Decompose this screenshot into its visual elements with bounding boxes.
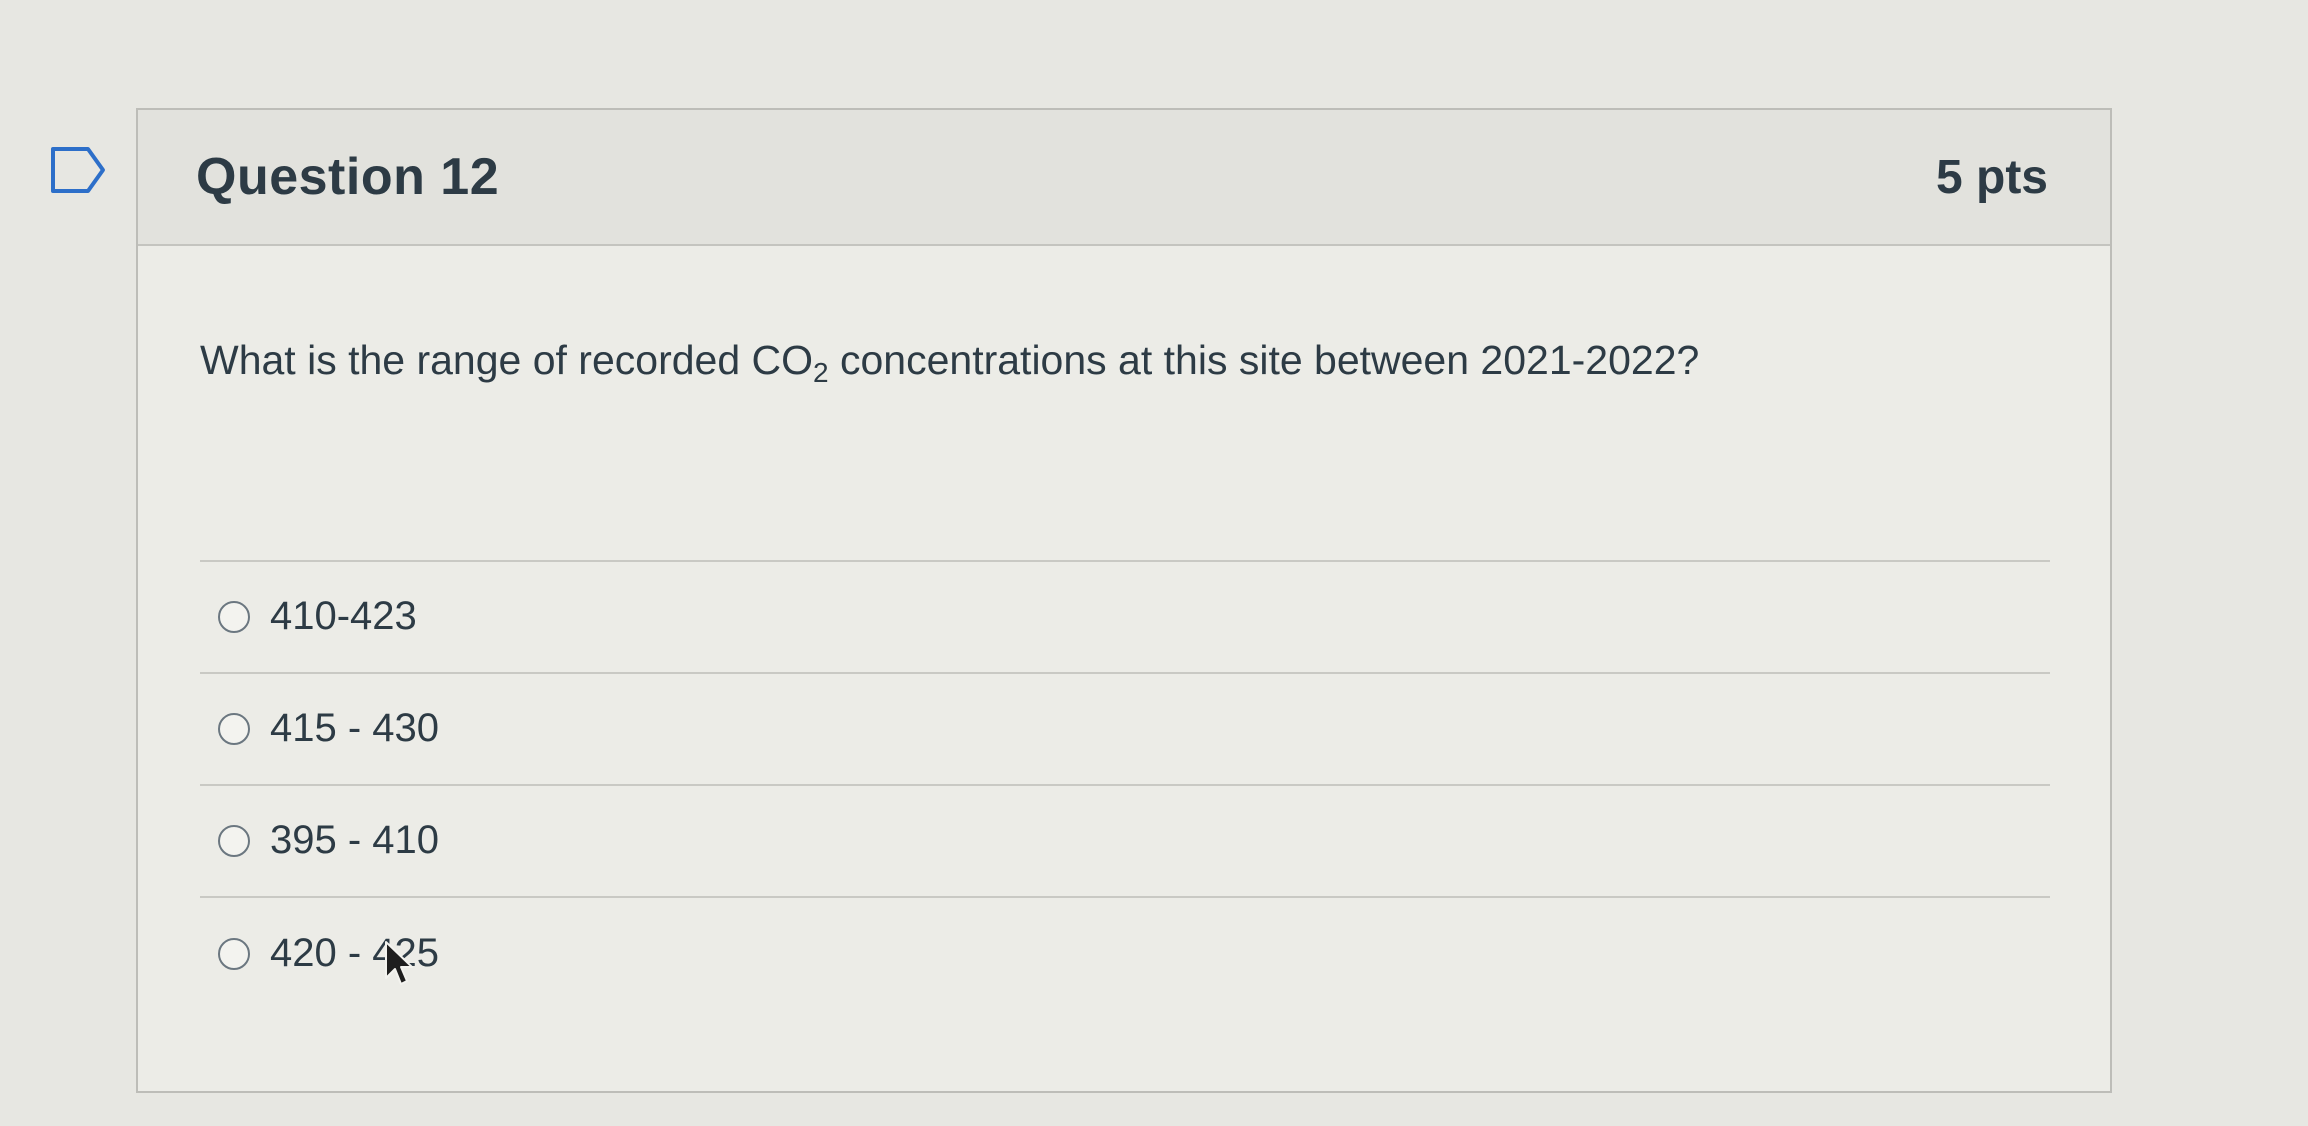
- question-title: Question 12: [196, 148, 500, 206]
- question-points: 5 pts: [1935, 150, 2048, 204]
- bookmark-flag-icon[interactable]: [50, 146, 106, 194]
- question-card: Question 12 5 pts What is the range of r…: [136, 108, 2112, 1093]
- radio-button[interactable]: [218, 937, 250, 970]
- answer-option-2[interactable]: 415 - 430: [200, 674, 2050, 786]
- radio-button[interactable]: [218, 600, 250, 633]
- question-text-suffix: concentrations at this site between 2021…: [828, 337, 1700, 383]
- answer-option-3[interactable]: 395 - 410: [200, 786, 2050, 898]
- question-header: Question 12 5 pts: [138, 110, 2110, 246]
- question-text: What is the range of recorded CO2 concen…: [200, 336, 2050, 390]
- question-text-prefix: What is the range of recorded CO: [200, 337, 814, 383]
- question-body: What is the range of recorded CO2 concen…: [138, 336, 2110, 1010]
- answer-list: 410-423 415 - 430 395 - 410 420 - 425: [200, 559, 2050, 1010]
- answer-label[interactable]: 410-423: [270, 594, 417, 639]
- answer-option-4[interactable]: 420 - 425: [200, 898, 2050, 1010]
- question-text-subscript: 2: [813, 357, 829, 388]
- answer-label[interactable]: 395 - 410: [270, 818, 439, 863]
- answer-option-1[interactable]: 410-423: [200, 562, 2050, 674]
- answer-label[interactable]: 415 - 430: [270, 706, 439, 751]
- radio-button[interactable]: [218, 712, 250, 745]
- mouse-pointer-icon: [385, 941, 413, 985]
- radio-button[interactable]: [218, 824, 250, 857]
